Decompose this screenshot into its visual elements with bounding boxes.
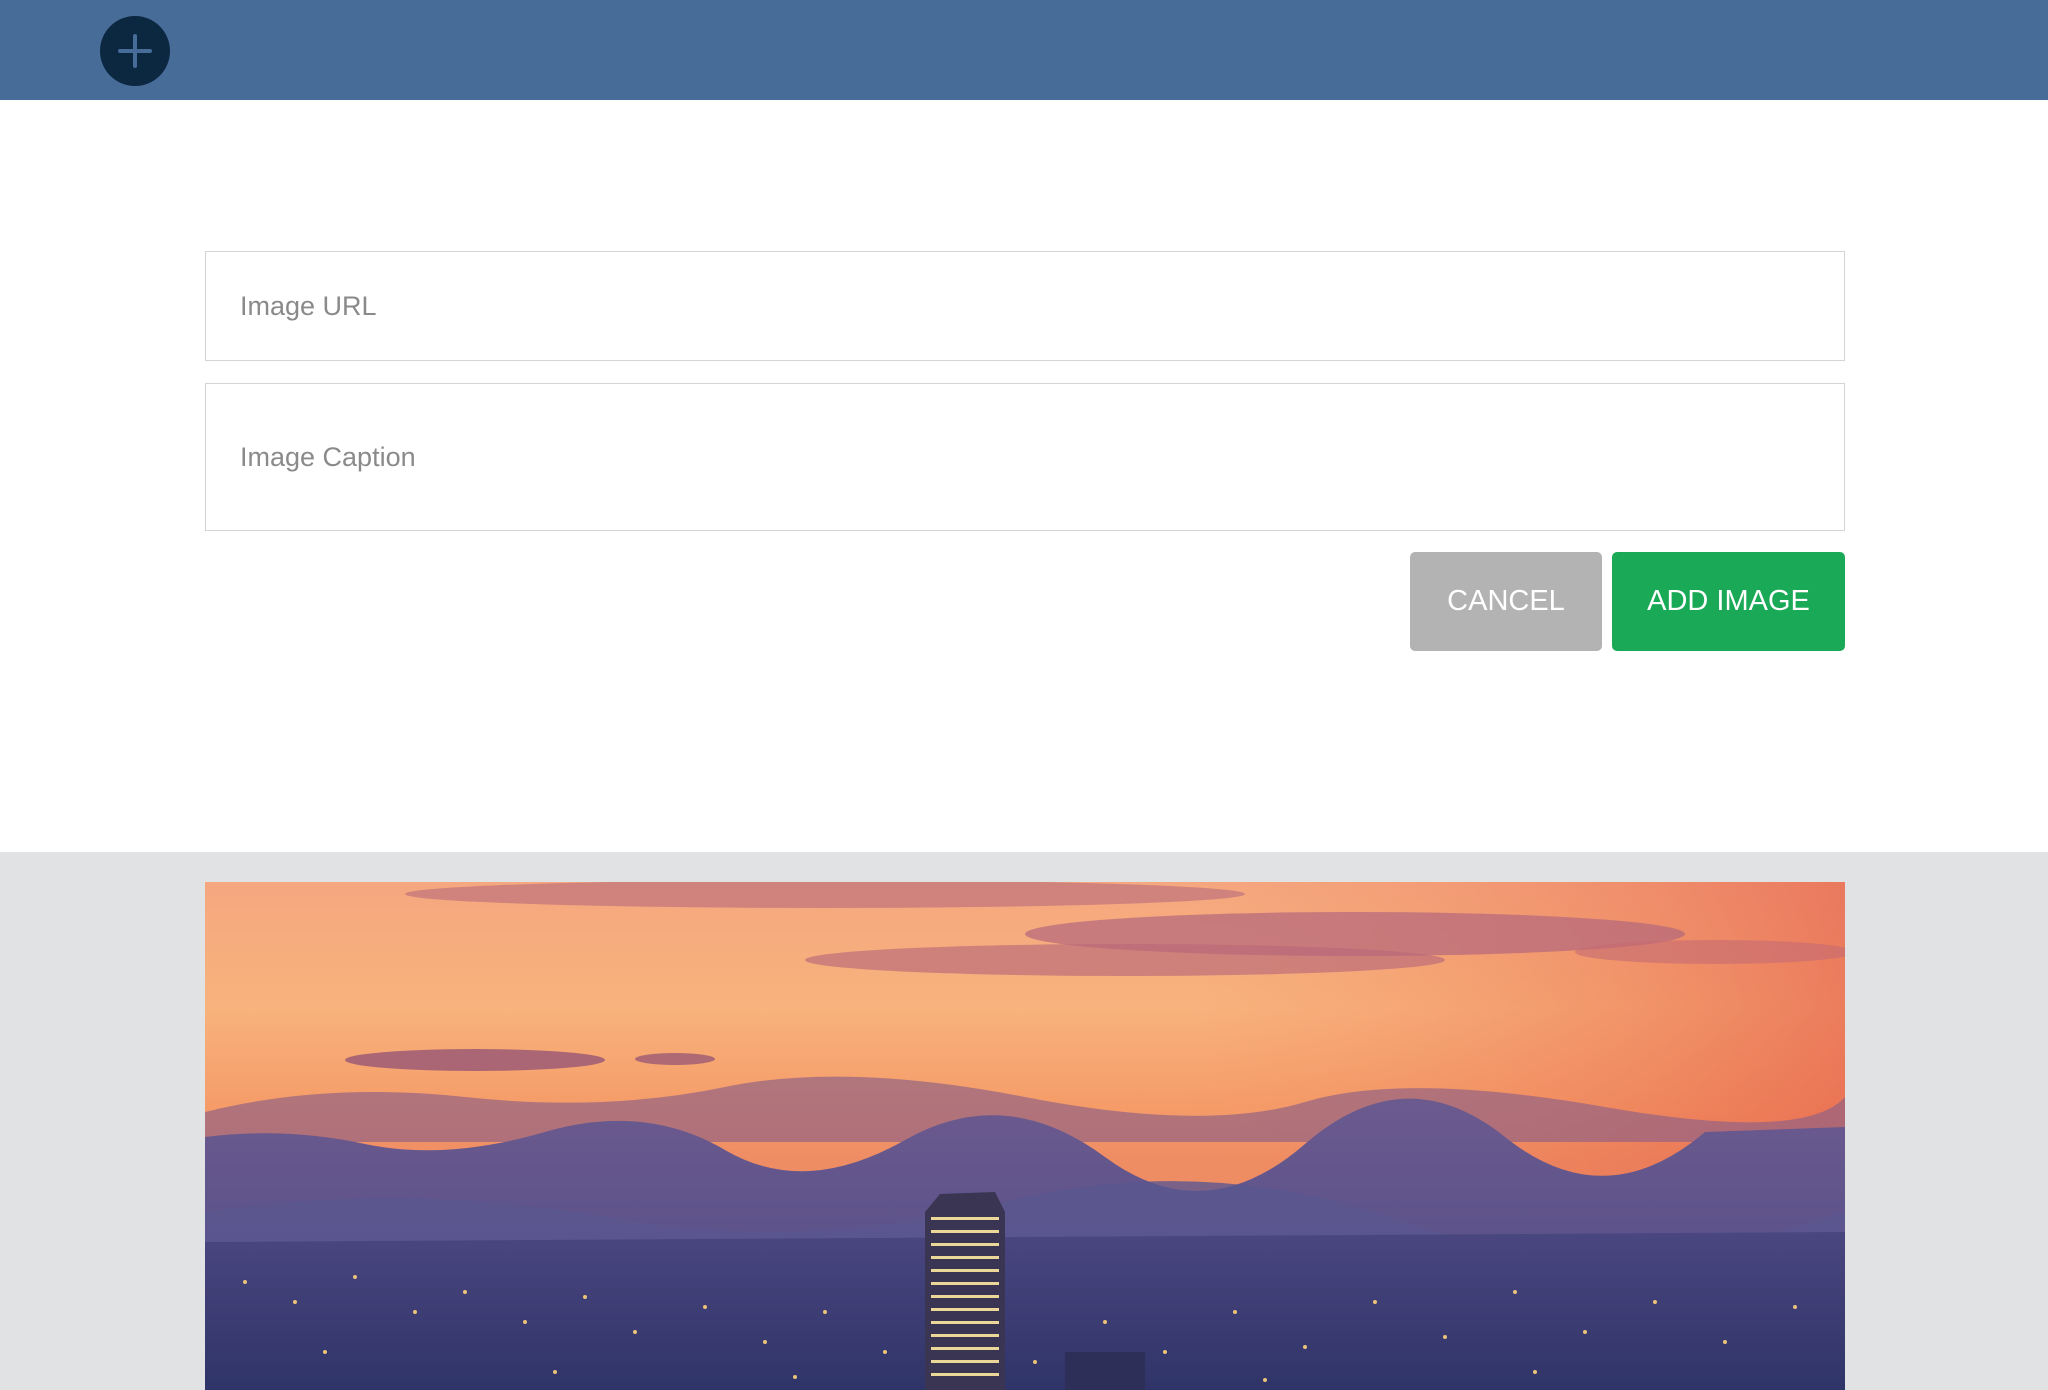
city-sunset-photo: [205, 882, 1845, 1390]
top-bar: [0, 0, 2048, 100]
image-url-input[interactable]: [205, 251, 1845, 361]
add-image-submit-button[interactable]: ADD IMAGE: [1612, 552, 1845, 651]
image-caption-input[interactable]: [205, 383, 1845, 531]
plus-icon: [118, 34, 152, 68]
cancel-button[interactable]: CANCEL: [1410, 552, 1602, 651]
add-image-button[interactable]: [100, 16, 170, 86]
image-gallery: [0, 852, 2048, 1390]
gallery-image[interactable]: [205, 882, 1845, 1390]
